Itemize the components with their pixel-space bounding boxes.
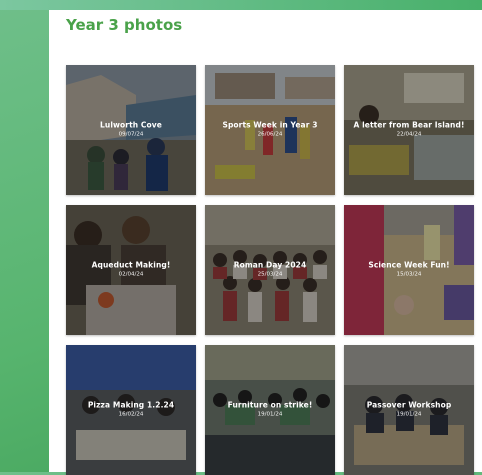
photo-tile-furniture-on-strike[interactable]: Furniture on strike! 19/01/24: [205, 345, 335, 475]
photo-tile-bear-island[interactable]: A letter from Bear Island! 22/04/24: [344, 65, 474, 195]
photo-tile-roman-day[interactable]: Roman Day 2024 25/03/24: [205, 205, 335, 335]
photo-date: 02/04/24: [118, 271, 144, 278]
photo-title: Passover Workshop: [366, 400, 452, 410]
photo-title: Aqueduct Making!: [91, 260, 171, 270]
photo-title: Roman Day 2024: [233, 260, 307, 270]
photo-caption: A letter from Bear Island! 22/04/24: [344, 121, 474, 138]
photo-caption: Pizza Making 1.2.24 16/02/24: [66, 401, 196, 418]
photo-caption: Roman Day 2024 25/03/24: [205, 261, 335, 278]
photo-caption: Science Week Fun! 15/03/24: [344, 261, 474, 278]
photo-date: 19/01/24: [257, 411, 283, 418]
top-accent-bar: [0, 0, 482, 10]
photo-tile-pizza-making[interactable]: Pizza Making 1.2.24 16/02/24: [66, 345, 196, 475]
photo-title: Furniture on strike!: [227, 400, 313, 410]
page-title: Year 3 photos: [66, 16, 183, 34]
photo-tile-aqueduct-making[interactable]: Aqueduct Making! 02/04/24: [66, 205, 196, 335]
photo-title: Pizza Making 1.2.24: [87, 400, 175, 410]
photo-caption: Passover Workshop 19/01/24: [344, 401, 474, 418]
photo-caption: Sports Week in Year 3 26/06/24: [205, 121, 335, 138]
photo-title: Lulworth Cove: [100, 120, 162, 130]
photo-caption: Lulworth Cove 09/07/24: [66, 121, 196, 138]
photo-tile-sports-week[interactable]: Sports Week in Year 3 26/06/24: [205, 65, 335, 195]
photo-tile-science-week[interactable]: Science Week Fun! 15/03/24: [344, 205, 474, 335]
photo-title: A letter from Bear Island!: [353, 120, 465, 130]
photo-date: 09/07/24: [118, 131, 144, 138]
photo-date: 19/01/24: [396, 411, 422, 418]
photo-tile-passover-workshop[interactable]: Passover Workshop 19/01/24: [344, 345, 474, 475]
photo-date: 16/02/24: [118, 411, 144, 418]
content-panel: Year 3 photos Lulworth Cove 09/07/24 Spo…: [49, 10, 482, 475]
photo-date: 26/06/24: [257, 131, 283, 138]
photo-title: Science Week Fun!: [368, 260, 450, 270]
photo-date: 15/03/24: [396, 271, 422, 278]
photo-title: Sports Week in Year 3: [222, 120, 318, 130]
photo-date: 22/04/24: [396, 131, 422, 138]
photo-tile-lulworth-cove[interactable]: Lulworth Cove 09/07/24: [66, 65, 196, 195]
photo-caption: Furniture on strike! 19/01/24: [205, 401, 335, 418]
photo-date: 25/03/24: [257, 271, 283, 278]
photo-caption: Aqueduct Making! 02/04/24: [66, 261, 196, 278]
